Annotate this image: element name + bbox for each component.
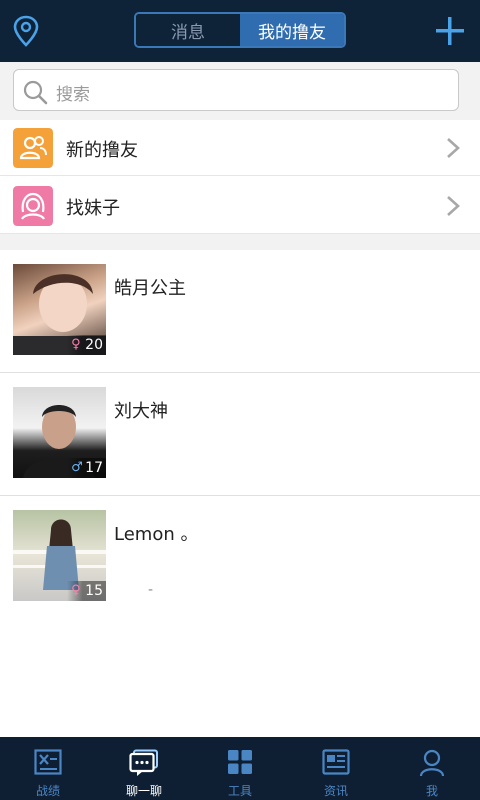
top-bar: 消息 我的撸友 <box>0 0 480 62</box>
age-badge: ♂ 17 <box>67 458 106 478</box>
grid-icon <box>228 750 252 774</box>
plus-icon[interactable] <box>434 15 466 47</box>
avatar[interactable]: ♀ 15 <box>13 510 106 601</box>
search-placeholder: 搜索 <box>56 85 90 105</box>
friend-row[interactable]: ♂ 17 刘大神 <box>0 373 480 496</box>
tab-my-friends[interactable]: 我的撸友 <box>240 14 344 46</box>
entry-new-friends[interactable]: 新的撸友 <box>0 120 480 176</box>
chevron-right-icon <box>447 196 460 216</box>
age-badge: ♀ 20 <box>67 335 106 355</box>
section-gap <box>0 234 480 250</box>
gender-male-icon: ♂ <box>71 460 83 475</box>
person-icon <box>419 749 445 777</box>
tab-chat[interactable]: 聊一聊 <box>96 737 192 800</box>
tab-news[interactable]: 资讯 <box>288 737 384 800</box>
chevron-right-icon <box>447 138 460 158</box>
age-value: 20 <box>85 337 103 353</box>
chat-icon <box>129 749 158 776</box>
tab-me[interactable]: 我 <box>384 737 480 800</box>
friend-name: 刘大神 <box>114 401 168 422</box>
tab-record[interactable]: 战绩 <box>0 737 96 800</box>
entry-label: 新的撸友 <box>66 140 138 161</box>
new-friends-icon <box>13 128 53 168</box>
segmented-control: 消息 我的撸友 <box>134 12 346 48</box>
bottom-tab-bar: 战绩 聊一聊 工具 资讯 我 <box>0 737 480 800</box>
search-input[interactable]: 搜索 <box>13 69 459 111</box>
gender-female-icon: ♀ <box>71 337 81 352</box>
search-area: 搜索 <box>0 62 480 120</box>
friend-signature: - <box>148 582 154 598</box>
tab-messages[interactable]: 消息 <box>136 14 240 46</box>
friend-name: Lemon 。 <box>114 524 199 545</box>
location-pin-icon[interactable] <box>11 14 41 48</box>
tab-tools[interactable]: 工具 <box>192 737 288 800</box>
tab-label: 我 <box>425 784 438 798</box>
entry-find-girls[interactable]: 找妹子 <box>0 178 480 234</box>
search-icon <box>23 80 48 105</box>
tab-label: 工具 <box>227 784 252 798</box>
entry-label: 找妹子 <box>66 198 120 219</box>
avatar[interactable]: ♀ 20 <box>13 264 106 355</box>
friend-name: 皓月公主 <box>114 278 186 299</box>
tab-label: 聊一聊 <box>125 784 162 798</box>
record-icon <box>34 749 62 775</box>
tab-label: 资讯 <box>323 784 348 798</box>
gender-female-icon: ♀ <box>71 583 81 598</box>
avatar[interactable]: ♂ 17 <box>13 387 106 478</box>
friend-row[interactable]: ♀ 20 皓月公主 <box>0 250 480 373</box>
age-value: 15 <box>85 583 103 599</box>
tab-label: 战绩 <box>35 784 60 798</box>
age-value: 17 <box>85 460 103 476</box>
news-icon <box>322 749 350 775</box>
find-girls-icon <box>13 186 53 226</box>
friend-row[interactable]: ♀ 15 Lemon 。 - <box>0 496 480 619</box>
age-badge: ♀ 15 <box>67 581 106 601</box>
